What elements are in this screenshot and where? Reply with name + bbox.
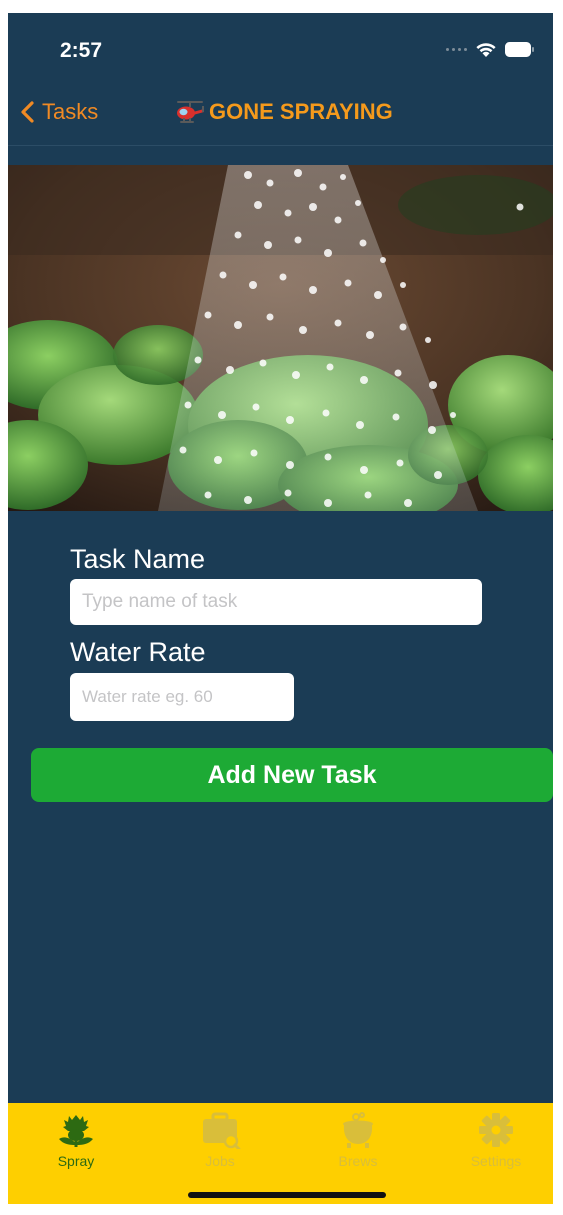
tab-brews[interactable]: Brews [308,1111,408,1169]
app-screen: 2:57 Tasks GONE SPRAYING Task Name Type … [8,13,553,1204]
tab-jobs[interactable]: Jobs [170,1111,270,1169]
add-new-task-button[interactable]: Add New Task [31,748,553,802]
wifi-icon [476,43,496,57]
chevron-left-icon [21,101,34,123]
tab-settings-label: Settings [470,1153,522,1169]
page-title: GONE SPRAYING [173,99,393,125]
tab-spray[interactable]: Spray [26,1111,126,1169]
helicopter-icon [177,101,204,123]
home-indicator [188,1192,386,1198]
thistle-icon [59,1115,93,1147]
tab-spray-label: Spray [57,1153,95,1169]
back-button[interactable]: Tasks [20,99,98,125]
tab-settings[interactable]: Settings [446,1111,546,1169]
hero-image [8,165,553,511]
cauldron-icon [343,1112,373,1148]
status-time: 2:57 [60,39,103,62]
gear-icon [479,1113,513,1147]
water-rate-input[interactable] [70,673,294,721]
status-icons [446,41,535,58]
page-title-text: GONE SPRAYING [209,99,393,124]
navigation-bar: Tasks GONE SPRAYING [8,83,553,146]
tab-brews-label: Brews [338,1153,378,1169]
watering-plants-image [8,165,553,511]
water-rate-label: Water Rate [70,637,206,667]
briefcase-icon [203,1112,241,1149]
status-bar: 2:57 [8,13,553,83]
task-name-input[interactable] [70,579,482,625]
back-button-label: Tasks [42,99,99,124]
task-name-label: Task Name [70,544,206,574]
cellular-signal-icon [446,48,467,51]
tab-jobs-label: Jobs [205,1153,235,1169]
tab-bar: Spray Jobs Brews Settings [8,1103,553,1204]
battery-icon [505,42,534,57]
